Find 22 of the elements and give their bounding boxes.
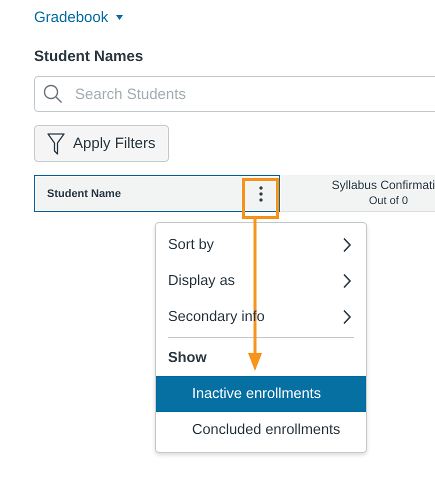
search-field[interactable]: Search Students (34, 76, 435, 112)
menu-item[interactable]: Sort by (156, 227, 366, 263)
column-header[interactable]: Student Name (34, 175, 280, 212)
chevron-right-icon (342, 309, 352, 325)
gradebook-menu-button[interactable]: Gradebook (34, 9, 124, 26)
more-icon (258, 186, 262, 202)
filter-icon (47, 132, 65, 154)
menu-group-label: Show (167, 349, 208, 368)
search-icon (43, 84, 63, 104)
caret-icon (116, 15, 124, 20)
chevron-right-icon (342, 237, 352, 253)
highlight-box (242, 178, 279, 219)
chevron-right-icon (342, 273, 352, 289)
menu-item[interactable]: Display as (156, 263, 366, 299)
column-title: Syllabus Confirmati (332, 177, 435, 193)
menu-item[interactable]: Inactive enrollments (156, 376, 366, 412)
apply-filters-button[interactable]: Apply Filters (34, 125, 169, 162)
section-title: Student Names (34, 48, 144, 65)
column-subtitle: Out of 0 (368, 194, 408, 209)
column-header[interactable]: Syllabus Confirmati Out of 0 (280, 175, 435, 212)
menu-item[interactable]: Concluded enrollments (156, 412, 366, 448)
column-title: Student Name (47, 188, 122, 200)
